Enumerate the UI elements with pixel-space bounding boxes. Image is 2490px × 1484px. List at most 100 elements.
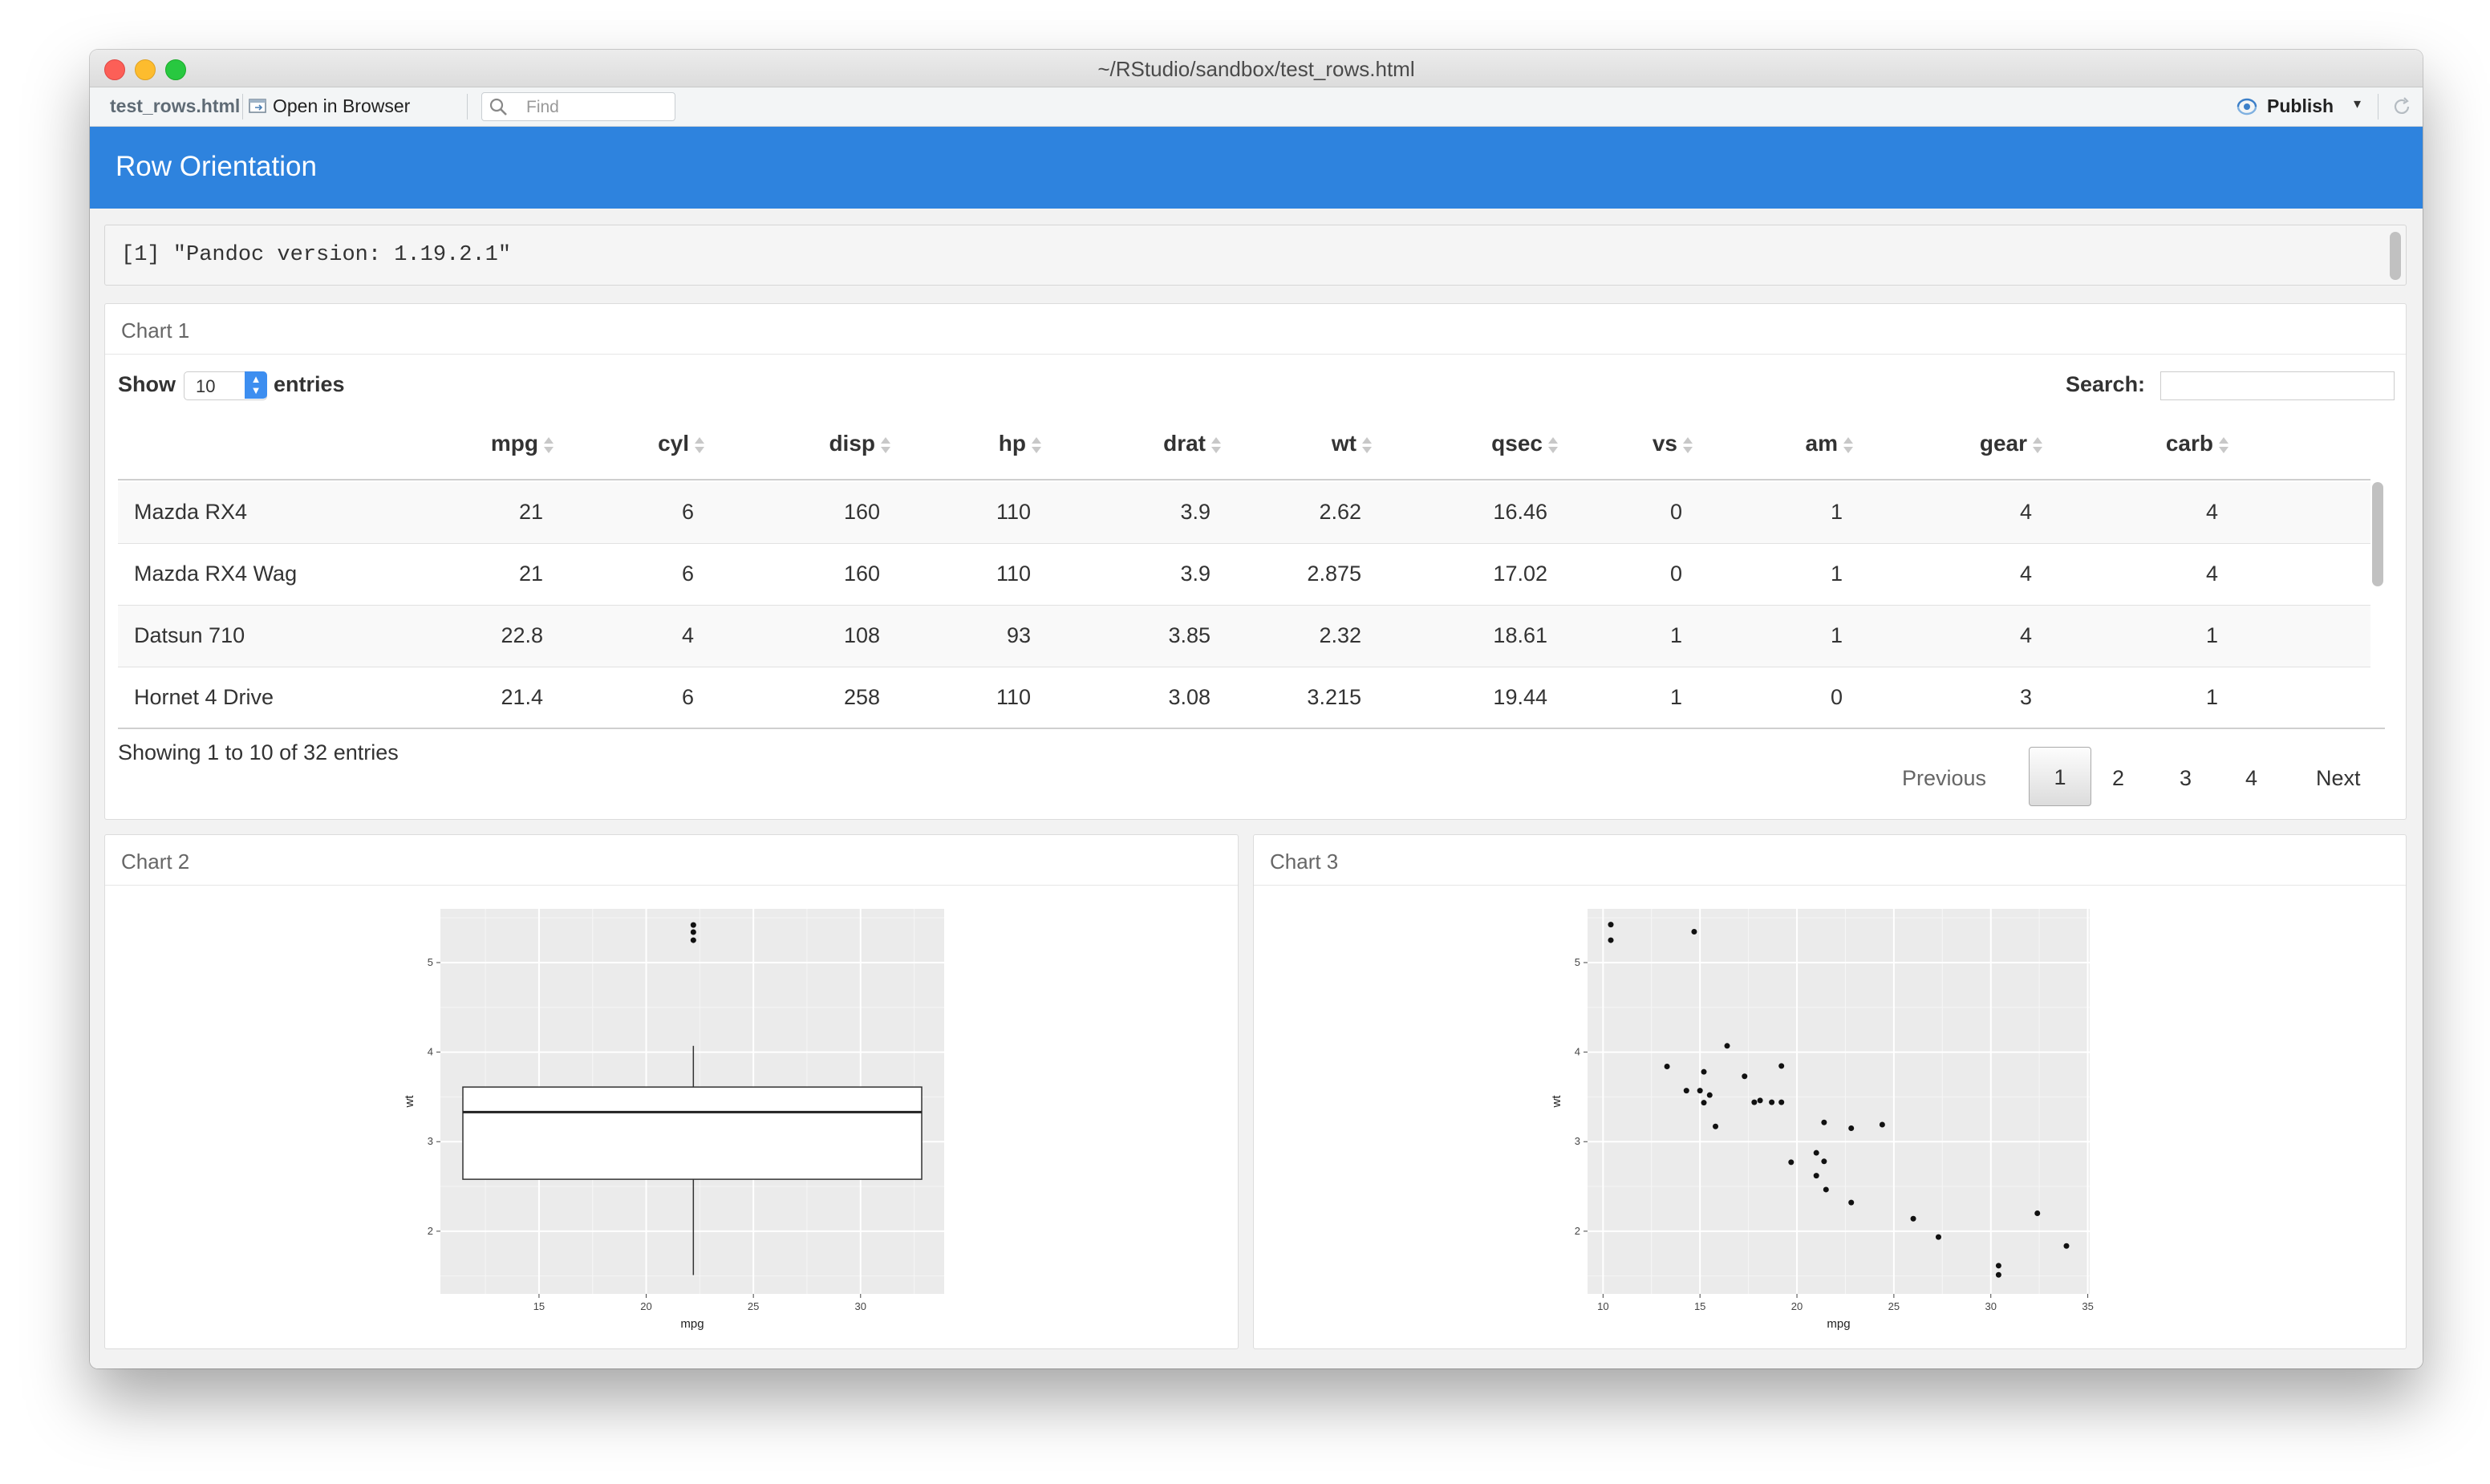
table-cell-mpg: 22.8 bbox=[501, 623, 543, 647]
y-tick-label: 5 bbox=[428, 956, 433, 968]
table-cell-disp: 160 bbox=[843, 500, 880, 524]
pagination-page-3[interactable]: 3 bbox=[2180, 766, 2192, 791]
outlier-point bbox=[690, 929, 696, 935]
column-header-label: mpg bbox=[490, 431, 538, 456]
pagination-page-label: 1 bbox=[2054, 765, 2066, 789]
column-header-cyl[interactable]: cyl bbox=[545, 431, 705, 456]
title-bar: ~/RStudio/sandbox/test_rows.html bbox=[90, 50, 2423, 87]
pagination-page-4[interactable]: 4 bbox=[2245, 766, 2257, 791]
table-cell-vs: 0 bbox=[1669, 500, 1682, 524]
scatter-point bbox=[2034, 1210, 2041, 1217]
table-cell-drat: 3.9 bbox=[1180, 562, 1211, 586]
sort-icon bbox=[2218, 436, 2229, 454]
table-cell-carb: 1 bbox=[2205, 685, 2218, 709]
column-header-drat[interactable]: drat bbox=[1061, 431, 1222, 456]
scatter-point bbox=[1713, 1123, 1719, 1129]
scatter-point bbox=[1848, 1199, 1855, 1206]
page-length-select[interactable]: 10 ▲ ▼ bbox=[184, 371, 267, 400]
table-cell-cyl: 6 bbox=[681, 562, 694, 586]
outlier-point bbox=[690, 937, 696, 943]
table-scrollbar[interactable] bbox=[2372, 482, 2383, 586]
publish-icon[interactable] bbox=[2235, 96, 2259, 117]
table-cell-gear: 3 bbox=[2019, 685, 2032, 709]
entries-label: entries bbox=[274, 372, 345, 396]
output-scrollbar[interactable] bbox=[2390, 232, 2401, 280]
table-cell-cyl: 4 bbox=[681, 623, 694, 647]
scatter-point bbox=[1823, 1186, 1829, 1193]
table-info: Showing 1 to 10 of 32 entries bbox=[118, 740, 399, 764]
scatter-chart: 10 15 20 25 30 35 2 3 4 5 mpg wt bbox=[1550, 909, 2094, 1331]
scatter-point bbox=[1608, 922, 1614, 928]
find-input[interactable] bbox=[481, 92, 675, 121]
column-header-label: hp bbox=[998, 431, 1026, 456]
table-cell-drat: 3.85 bbox=[1168, 623, 1211, 647]
table-cell-gear: 4 bbox=[2019, 562, 2032, 586]
table-cell-vs: 0 bbox=[1669, 562, 1682, 586]
column-header-am[interactable]: am bbox=[1693, 431, 1854, 456]
table-cell-wt: 2.32 bbox=[1319, 623, 1361, 647]
toolbar-divider bbox=[242, 94, 243, 120]
sort-icon bbox=[2032, 436, 2043, 454]
table-cell-gear: 4 bbox=[2019, 500, 2032, 524]
scatter-point bbox=[1706, 1092, 1713, 1098]
boxplot-chart: 15 20 25 30 2 3 4 5 mpg wt bbox=[403, 909, 944, 1331]
scatter-point bbox=[1701, 1068, 1707, 1075]
table-cell-vs: 1 bbox=[1669, 623, 1682, 647]
column-header-wt[interactable]: wt bbox=[1212, 431, 1373, 456]
table-row[interactable]: Mazda RX4 Wag 21 6 160 110 3.9 2.875 17.02 0 1 4 4 bbox=[118, 544, 2370, 606]
scatter-point bbox=[1697, 1088, 1703, 1094]
column-header-mpg[interactable]: mpg bbox=[394, 431, 554, 456]
column-header-label: wt bbox=[1331, 431, 1357, 456]
outlier-point bbox=[690, 922, 696, 928]
pagination-next[interactable]: Next bbox=[2316, 766, 2361, 791]
viewer-toolbar: test_rows.html Open in Browser Find Publ… bbox=[90, 87, 2423, 127]
box-iqr bbox=[462, 1086, 923, 1180]
x-tick-label: 25 bbox=[1888, 1300, 1900, 1312]
open-in-browser-icon[interactable] bbox=[249, 97, 268, 115]
x-tick-label: 15 bbox=[533, 1300, 545, 1312]
console-output: [1] "Pandoc version: 1.19.2.1" bbox=[104, 225, 2407, 286]
publish-button[interactable]: Publish bbox=[2267, 95, 2334, 117]
x-tick-label: 10 bbox=[1597, 1300, 1608, 1312]
table-cell-gear: 4 bbox=[2019, 623, 2032, 647]
x-tick-label: 25 bbox=[748, 1300, 759, 1312]
table-row[interactable]: Mazda RX4 21 6 160 110 3.9 2.62 16.46 0 1 4 4 bbox=[118, 482, 2370, 544]
search-icon bbox=[489, 98, 507, 116]
table-cell-hp: 110 bbox=[996, 562, 1031, 586]
scatter-point bbox=[1788, 1159, 1795, 1166]
scatter-point bbox=[1848, 1125, 1855, 1131]
row-name-cell: Mazda RX4 Wag bbox=[134, 562, 298, 586]
chart1-card: Chart 1 Show 10 ▲ ▼ entries Search: mpg cy… bbox=[104, 303, 2407, 820]
table-cell-mpg: 21.4 bbox=[501, 685, 543, 709]
column-header-hp[interactable]: hp bbox=[882, 431, 1042, 456]
file-tab[interactable]: test_rows.html bbox=[110, 95, 240, 117]
header-divider bbox=[118, 479, 2370, 480]
page-length-value: 10 bbox=[196, 376, 216, 396]
sort-icon bbox=[1843, 436, 1854, 454]
table-cell-am: 1 bbox=[1830, 500, 1843, 524]
column-header-gear[interactable]: gear bbox=[1883, 431, 2043, 456]
column-header-disp[interactable]: disp bbox=[731, 431, 891, 456]
table-search-input[interactable] bbox=[2160, 371, 2395, 400]
scatter-point bbox=[1691, 928, 1697, 935]
chevron-down-icon[interactable]: ▾ bbox=[2354, 95, 2361, 112]
x-axis-label: mpg bbox=[680, 1317, 704, 1331]
table-row[interactable]: Datsun 710 22.8 4 108 93 3.85 2.32 18.61 1 1 4 1 bbox=[118, 606, 2370, 667]
chart1-title: Chart 1 bbox=[121, 318, 190, 343]
column-header-carb[interactable]: carb bbox=[2069, 431, 2229, 456]
table-cell-qsec: 19.44 bbox=[1493, 685, 1547, 709]
column-header-vs[interactable]: vs bbox=[1533, 431, 1693, 456]
table-cell-hp: 93 bbox=[1006, 623, 1031, 647]
table-cell-cyl: 6 bbox=[681, 500, 694, 524]
table-row[interactable]: Hornet 4 Drive 21.4 6 258 110 3.08 3.215 19.44 1… bbox=[118, 667, 2370, 729]
pagination-page-1[interactable]: 1 bbox=[2029, 747, 2091, 806]
row-name-cell: Hornet 4 Drive bbox=[134, 685, 274, 709]
sort-icon bbox=[1682, 436, 1693, 454]
scatter-point bbox=[1910, 1215, 1916, 1222]
scatter-point bbox=[1751, 1099, 1758, 1105]
open-in-browser-button[interactable]: Open in Browser bbox=[273, 95, 410, 117]
pagination-previous[interactable]: Previous bbox=[1902, 766, 1986, 791]
scatter-point bbox=[1813, 1149, 1819, 1156]
pagination-page-2[interactable]: 2 bbox=[2112, 766, 2124, 791]
refresh-icon[interactable] bbox=[2391, 95, 2413, 118]
